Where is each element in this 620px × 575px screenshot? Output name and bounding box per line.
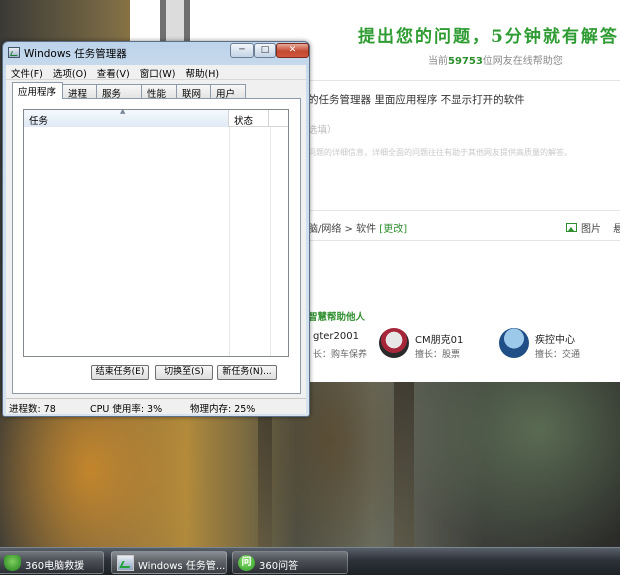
- picture-label: 图片: [581, 224, 601, 235]
- sort-arrow-icon: ▲: [120, 107, 126, 115]
- list-header: 任务 ▲ 状态: [24, 107, 288, 127]
- helper-name: CM朋克01: [415, 335, 464, 346]
- column-header-task[interactable]: 任务 ▲: [24, 107, 229, 127]
- tab-processes[interactable]: 进程: [62, 84, 98, 100]
- minimize-button[interactable]: ─: [230, 43, 254, 58]
- qa-banner: 提出您的问题，5分钟就有解答: [358, 27, 619, 47]
- helper-name: 疾控中心: [535, 335, 575, 346]
- divider: [305, 80, 620, 81]
- title-bar[interactable]: Windows 任务管理器 ─ □ ✕: [3, 42, 309, 64]
- taskbar-item-label: Windows 任务管...: [138, 561, 226, 572]
- picture-icon: [566, 223, 577, 232]
- tab-strip: 应用程序 进程 服务 性能 联网 用户: [12, 82, 247, 100]
- taskbar-item-360-qa[interactable]: 问 360问答: [232, 551, 348, 574]
- online-count: 59753: [448, 56, 483, 67]
- divider: [305, 210, 620, 211]
- column-task-label: 任务: [29, 116, 49, 127]
- qa-icon: 问: [238, 555, 255, 571]
- menu-bar: 文件(F) 选项(O) 查看(V) 窗口(W) 帮助(H): [6, 65, 306, 80]
- helper-field: 擅长：股票: [415, 350, 461, 360]
- tab-performance[interactable]: 性能: [141, 84, 178, 100]
- helper-card[interactable]: CM朋克01 擅长：股票: [379, 328, 494, 362]
- taskbar-item-label: 360问答: [259, 561, 299, 572]
- status-physical-memory: 物理内存: 25%: [190, 404, 256, 415]
- taskbar-item-label: 360电脑救援: [25, 561, 85, 572]
- category-edit-link[interactable]: [更改]: [379, 224, 407, 235]
- maximize-button[interactable]: □: [254, 43, 276, 58]
- helper-name: gter2001: [313, 331, 359, 342]
- divider: [305, 240, 620, 241]
- column-divider: [229, 127, 230, 356]
- helper-avatar: [499, 328, 529, 358]
- column-divider: [270, 127, 271, 356]
- task-manager-icon: [8, 47, 20, 58]
- shield-icon: [4, 555, 21, 571]
- helpers-title: 智慧帮助他人: [308, 312, 366, 323]
- end-task-button[interactable]: 结束任务(E): [91, 365, 149, 380]
- question-detail-textarea[interactable]: 问题的详细信息，详细全面的问题往往有助于其他网友提供高质量的解答。: [308, 147, 572, 158]
- question-optional-label: 选填）: [308, 125, 337, 136]
- menu-options[interactable]: 选项(O): [48, 65, 92, 80]
- menu-view[interactable]: 查看(V): [92, 65, 135, 80]
- applications-list[interactable]: 任务 ▲ 状态: [23, 107, 289, 357]
- helper-avatar: [379, 328, 409, 358]
- online-prefix: 当前: [428, 56, 448, 67]
- online-users-line: 当前59753位网友在线帮助您: [428, 52, 563, 67]
- window-title: Windows 任务管理器: [24, 48, 127, 60]
- task-manager-icon: [117, 555, 134, 571]
- picture-upload-button[interactable]: 图片 悬赏: [566, 220, 620, 235]
- reward-label: 悬赏: [613, 224, 620, 235]
- task-manager-window[interactable]: Windows 任务管理器 ─ □ ✕ 文件(F) 选项(O) 查看(V) 窗口…: [2, 41, 310, 417]
- applications-panel: 任务 ▲ 状态 结束任务(E) 切换至(S) 新任务(N)...: [12, 98, 301, 394]
- helper-field: 擅长：交通: [535, 350, 581, 360]
- category-path: 脑/网络 > 软件 [更改]: [308, 220, 407, 235]
- category-path-text: 脑/网络 > 软件: [308, 224, 377, 235]
- menu-file[interactable]: 文件(F): [6, 65, 48, 80]
- status-bar: 进程数: 78 CPU 使用率: 3% 物理内存: 25%: [6, 398, 306, 415]
- status-cpu-usage: CPU 使用率: 3%: [90, 404, 163, 415]
- tab-networking[interactable]: 联网: [176, 84, 212, 100]
- status-process-count: 进程数: 78: [9, 404, 56, 415]
- question-title-input[interactable]: 的任务管理器 里面应用程序 不显示打开的软件: [308, 92, 525, 107]
- close-button[interactable]: ✕: [276, 43, 309, 58]
- new-task-button[interactable]: 新任务(N)...: [217, 365, 277, 380]
- tab-applications[interactable]: 应用程序: [12, 82, 64, 99]
- taskbar: 360电脑救援 Windows 任务管... 问 360问答: [0, 547, 620, 575]
- helper-field: 长：购车保养: [313, 350, 368, 360]
- online-suffix: 位网友在线帮助您: [482, 56, 563, 67]
- taskbar-item-task-manager[interactable]: Windows 任务管...: [111, 551, 227, 574]
- column-header-status[interactable]: 状态: [229, 110, 269, 127]
- switch-to-button[interactable]: 切换至(S): [155, 365, 213, 380]
- tab-users[interactable]: 用户: [210, 84, 247, 100]
- menu-help[interactable]: 帮助(H): [181, 65, 225, 80]
- taskbar-item-360-rescue[interactable]: 360电脑救援: [0, 551, 104, 574]
- tab-services[interactable]: 服务: [96, 84, 143, 100]
- helper-card[interactable]: 疾控中心 擅长：交通: [499, 328, 609, 362]
- menu-window[interactable]: 窗口(W): [135, 65, 181, 80]
- window-client-area: 应用程序 进程 服务 性能 联网 用户 任务 ▲ 状态 结束任务(E) 切换至(: [6, 80, 306, 398]
